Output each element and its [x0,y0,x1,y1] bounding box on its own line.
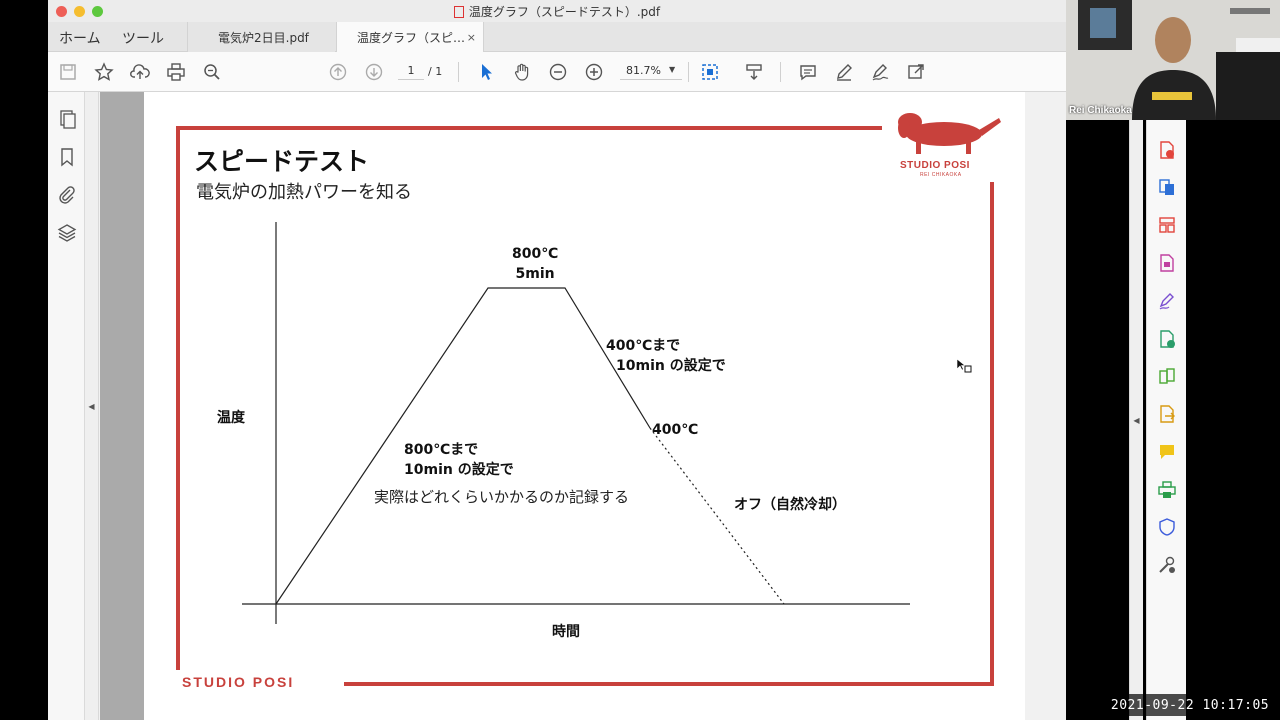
create-pdf-icon[interactable] [1157,177,1177,197]
bookmark-icon[interactable] [56,146,78,168]
upload-icon[interactable] [128,60,152,84]
left-black-bar [0,0,48,720]
export-pdf-icon[interactable] [1157,140,1177,160]
page-total: / 1 [428,65,443,78]
zoom-in-icon[interactable] [582,60,606,84]
protect-icon[interactable] [1157,517,1177,537]
logo-subtext: REI CHIKAOKA [920,172,962,178]
highlight-pen-icon[interactable] [832,60,856,84]
temperature-curve-dotted [649,427,785,605]
webcam-scene [1066,0,1280,120]
close-window-button[interactable] [56,6,67,17]
recording-timestamp: 2021-09-22 10:17:05 [1110,694,1270,716]
tab-document-2-label: 温度グラフ（スピ… [357,30,466,45]
left-navigation-panel [48,92,85,720]
bookmark-star-icon[interactable] [92,60,116,84]
record-note: 実際はどれくらいかかるのか記録する [374,488,630,506]
cooling-annotation: 400℃まで 10min の設定で [606,336,726,376]
zoom-search-icon[interactable] [200,60,224,84]
fill-sign-icon[interactable] [1157,291,1177,311]
window-title: 温度グラフ（スピードテスト）.pdf [468,4,661,19]
temp-400-label: 400℃ [652,422,699,438]
toolbar-divider [458,62,459,82]
right-black-bar [1232,120,1280,720]
mouse-cursor-icon [956,358,972,374]
tab-document-2[interactable]: 温度グラフ（スピ… × [336,22,484,52]
tab-close-button[interactable]: × [467,31,476,44]
organize-pages-icon[interactable] [1157,215,1177,235]
export-icon[interactable] [1157,404,1177,424]
attachment-icon[interactable] [56,184,78,206]
chevron-down-icon[interactable]: ▼ [669,65,675,74]
pdf-file-icon [453,6,464,18]
page-down-icon[interactable] [362,60,386,84]
footer-brand: STUDIO POSI [182,674,295,690]
logo-text: STUDIO POSI [900,160,970,171]
toolbar: 1 / 1 81.7% ▼ [48,52,1066,92]
zoom-out-icon[interactable] [546,60,570,84]
off-label: オフ（自然冷却） [734,497,846,513]
peak-temp-label: 800℃ [512,246,559,262]
x-axis-label: 時間 [552,624,580,640]
collapse-left-panel-button[interactable]: ◀ [85,92,99,720]
pages-icon[interactable] [56,108,78,130]
right-tools-panel [1146,120,1186,720]
dachshund-logo [898,113,1001,154]
page-number-input[interactable]: 1 [398,64,424,80]
webcam-video: Rei Chikaoka [1066,0,1280,120]
collapse-right-panel-button[interactable]: ◀ [1129,120,1143,720]
maximize-window-button[interactable] [92,6,103,17]
comment-icon[interactable] [796,60,820,84]
compress-icon[interactable] [1157,366,1177,386]
print-icon[interactable] [164,60,188,84]
scroll-mode-icon[interactable] [742,60,766,84]
slide-subtitle: 電気炉の加熱パワーを知る [196,182,412,203]
sign-icon[interactable] [868,60,892,84]
print-production-icon[interactable] [1157,480,1177,500]
participant-name: Rei Chikaoka [1069,105,1132,116]
combine-files-icon[interactable] [1157,329,1177,349]
toolbar-divider [688,62,689,82]
rise-time-label: 10min の設定で [404,462,514,478]
y-axis-label: 温度 [217,410,245,426]
share-icon[interactable] [904,60,928,84]
peak-time-label: 5min [515,266,555,282]
pdf-page: スピードテスト 電気炉の加熱パワーを知る STUDIO POSI REI CHI… [144,92,1025,720]
hand-icon[interactable] [510,60,534,84]
tab-home[interactable]: ホーム [59,28,101,48]
tab-document-1[interactable]: 電気炉2日目.pdf [187,22,335,52]
tab-tools[interactable]: ツール [122,28,164,48]
peak-annotation: 800℃ 5min [512,244,558,284]
toolbar-divider [780,62,781,82]
comment-tool-icon[interactable] [1157,442,1177,462]
layers-icon[interactable] [56,222,78,244]
tab-document-1-label: 電気炉2日目.pdf [218,30,309,45]
rise-target-label: 800℃まで [404,442,479,458]
page-up-icon[interactable] [326,60,350,84]
tab-bar: ホーム ツール 電気炉2日目.pdf 温度グラフ（スピ… × [48,22,1066,52]
select-cursor-icon[interactable] [474,60,498,84]
cooling-target-label: 400℃まで [606,338,681,354]
cooling-time-label: 10min の設定で [616,358,726,374]
fit-page-icon[interactable] [698,60,722,84]
title-bar: 温度グラフ（スピードテスト）.pdf [48,0,1066,22]
more-tools-icon[interactable] [1157,555,1177,575]
edit-pdf-icon[interactable] [1157,253,1177,273]
save-icon[interactable] [56,60,80,84]
minimize-window-button[interactable] [74,6,85,17]
slide-title: スピードテスト [194,147,370,176]
rise-annotation: 800℃まで 10min の設定で [404,440,514,480]
